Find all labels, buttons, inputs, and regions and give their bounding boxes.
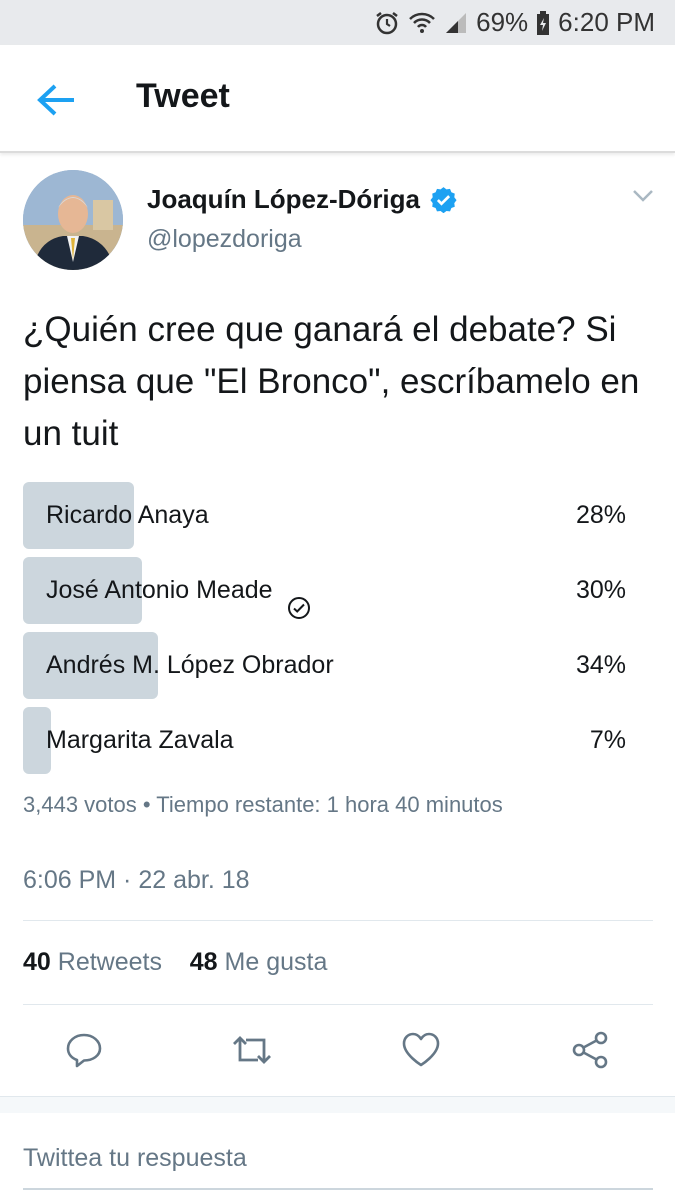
back-arrow-icon[interactable] <box>36 83 76 117</box>
poll-option-percent: 7% <box>589 726 626 754</box>
app-bar: Tweet <box>0 45 675 153</box>
retweets-stat[interactable]: 40 Retweets <box>23 948 162 976</box>
poll-option: Andrés M. López Obrador 34% <box>23 632 653 699</box>
author-row[interactable]: Joaquín López-Dóriga <box>147 184 457 215</box>
share-icon[interactable] <box>570 1030 614 1074</box>
poll-option-label: José Antonio Meade <box>46 576 273 604</box>
alarm-icon <box>374 10 400 36</box>
divider <box>23 1004 653 1005</box>
retweets-label: Retweets <box>57 948 162 976</box>
engagement-stats: 40 Retweets 48 Me gusta <box>23 948 327 977</box>
avatar[interactable] <box>23 170 123 270</box>
tweet-text: ¿Quién cree que ganará el debate? Si pie… <box>23 310 640 453</box>
page-title: Tweet <box>136 77 230 115</box>
wifi-icon <box>408 10 436 36</box>
poll-option: José Antonio Meade 30% <box>23 557 653 624</box>
battery-icon <box>536 10 550 35</box>
poll-option-percent: 30% <box>575 576 626 604</box>
likes-label: Me gusta <box>224 948 328 976</box>
status-bar: 69% 6:20 PM <box>0 0 675 45</box>
heart-icon[interactable] <box>400 1030 444 1074</box>
poll: Ricardo Anaya 28% José Antonio Meade 30%… <box>23 482 653 782</box>
author-name[interactable]: Joaquín López-Dóriga <box>147 184 420 215</box>
poll-option: Margarita Zavala 7% <box>23 707 653 774</box>
likes-stat[interactable]: 48 Me gusta <box>190 948 328 976</box>
likes-count: 48 <box>189 948 218 976</box>
retweets-count: 40 <box>23 948 51 976</box>
battery-level: 69% <box>476 7 529 37</box>
poll-option: Ricardo Anaya 28% <box>23 482 653 549</box>
poll-option-label: Andrés M. López Obrador <box>46 651 334 679</box>
verified-badge-icon <box>430 186 457 214</box>
chevron-down-icon[interactable] <box>632 188 654 204</box>
retweet-icon[interactable] <box>230 1030 274 1074</box>
poll-option-label: Margarita Zavala <box>46 726 234 754</box>
author-handle[interactable]: @lopezdoriga <box>147 225 302 254</box>
poll-option-percent: 28% <box>575 501 626 529</box>
divider <box>23 920 653 921</box>
tweet-timestamp: 6:06 PM · 22 abr. 18 <box>23 866 250 894</box>
poll-option-percent: 34% <box>575 651 626 679</box>
action-bar <box>0 1030 675 1076</box>
reply-separator <box>0 1096 675 1113</box>
reply-icon[interactable] <box>64 1030 108 1074</box>
poll-meta: 3,443 votos • Tiempo restante: 1 hora 40… <box>23 792 503 817</box>
reply-input[interactable] <box>23 1128 653 1190</box>
check-circle-icon <box>287 579 311 619</box>
poll-option-label: Ricardo Anaya <box>46 501 209 529</box>
status-time: 6:20 PM <box>558 7 655 37</box>
signal-icon <box>444 11 468 35</box>
